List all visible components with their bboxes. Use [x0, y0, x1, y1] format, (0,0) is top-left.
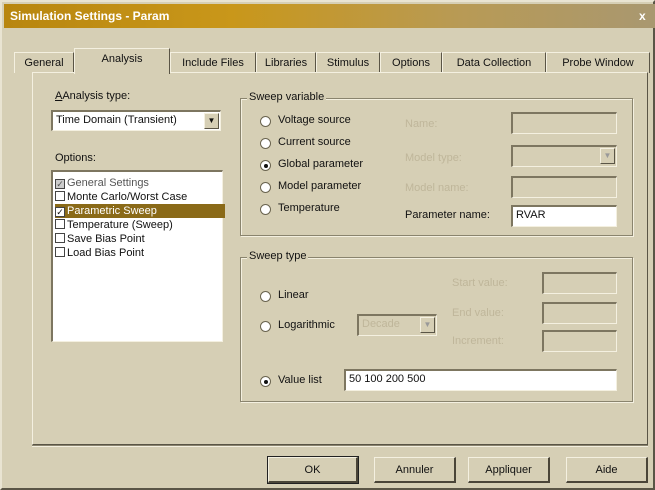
tab-strip: General Analysis Include Files Libraries…	[14, 46, 650, 74]
current-source-label[interactable]: Current source	[278, 136, 351, 148]
tab-data-collection[interactable]: Data Collection	[442, 52, 546, 73]
option-parametric-sweep[interactable]: ✓ Parametric Sweep	[55, 204, 225, 218]
option-label: Parametric Sweep	[67, 205, 157, 217]
checkbox-icon: ✓	[55, 179, 65, 189]
radio-current-source[interactable]	[260, 138, 271, 149]
option-monte-carlo[interactable]: Monte Carlo/Worst Case	[55, 190, 225, 204]
radio-global-parameter[interactable]	[260, 160, 271, 171]
logarithmic-combo-value: Decade	[362, 318, 400, 330]
voltage-source-label[interactable]: Voltage source	[278, 114, 351, 126]
chevron-down-icon[interactable]: ▼	[600, 148, 615, 164]
name-label: Name:	[405, 118, 438, 130]
tab-libraries[interactable]: Libraries	[256, 52, 316, 73]
tab-options[interactable]: Options	[380, 52, 442, 73]
radio-logarithmic[interactable]	[260, 321, 271, 332]
chevron-down-icon[interactable]: ▼	[420, 317, 435, 333]
sweep-type-title: Sweep type	[247, 250, 309, 262]
title-bar: Simulation Settings - Param x	[4, 4, 655, 28]
radio-linear[interactable]	[260, 291, 271, 302]
checkbox-icon	[55, 219, 65, 229]
tab-probe-window[interactable]: Probe Window	[546, 52, 650, 73]
option-general-settings[interactable]: ✓ General Settings	[55, 176, 225, 190]
options-label: Options:	[55, 152, 96, 164]
start-value-label: Start value:	[452, 277, 508, 289]
model-name-label: Model name:	[405, 182, 469, 194]
option-label: Monte Carlo/Worst Case	[67, 191, 188, 203]
tab-analysis[interactable]: Analysis	[74, 48, 170, 74]
parameter-name-label: Parameter name:	[405, 209, 490, 221]
simulation-settings-dialog: Simulation Settings - Param x General An…	[0, 0, 655, 490]
option-label: Temperature (Sweep)	[67, 219, 173, 231]
close-icon[interactable]: x	[639, 4, 653, 28]
cancel-button[interactable]: Annuler	[374, 457, 456, 483]
radio-voltage-source[interactable]	[260, 116, 271, 127]
tab-general[interactable]: General	[14, 52, 74, 73]
logarithmic-label[interactable]: Logarithmic	[278, 319, 335, 331]
parameter-name-value: RVAR	[516, 209, 546, 221]
help-button[interactable]: Aide	[566, 457, 648, 483]
sweep-variable-title: Sweep variable	[247, 91, 327, 103]
options-list[interactable]: ✓ General Settings Monte Carlo/Worst Case…	[51, 170, 225, 342]
value-list-value: 50 100 200 500	[349, 373, 426, 385]
tab-stimulus[interactable]: Stimulus	[316, 52, 380, 73]
checkbox-icon: ✓	[55, 207, 65, 217]
checkbox-icon	[55, 191, 65, 201]
end-value-label: End value:	[452, 307, 504, 319]
apply-button[interactable]: Appliquer	[468, 457, 550, 483]
checkbox-icon	[55, 233, 65, 243]
radio-model-parameter[interactable]	[260, 182, 271, 193]
model-type-label: Model type:	[405, 152, 462, 164]
model-type-select[interactable]: ▼	[511, 145, 617, 167]
analysis-type-label-text: Analysis type:	[62, 90, 131, 102]
analysis-type-select[interactable]: Time Domain (Transient) ▼	[51, 110, 221, 131]
option-label: General Settings	[67, 177, 149, 189]
increment-label: Increment:	[452, 335, 504, 347]
name-input[interactable]	[511, 112, 617, 134]
option-save-bias-point[interactable]: Save Bias Point	[55, 232, 225, 246]
model-parameter-label[interactable]: Model parameter	[278, 180, 361, 192]
button-separator	[32, 445, 648, 447]
end-value-input[interactable]	[542, 302, 617, 324]
increment-input[interactable]	[542, 330, 617, 352]
model-name-input[interactable]	[511, 176, 617, 198]
analysis-type-value: Time Domain (Transient)	[56, 114, 177, 126]
option-temperature-sweep[interactable]: Temperature (Sweep)	[55, 218, 225, 232]
option-label: Load Bias Point	[67, 247, 145, 259]
global-parameter-label[interactable]: Global parameter	[278, 158, 363, 170]
radio-value-list[interactable]	[260, 376, 271, 387]
option-label: Save Bias Point	[67, 233, 145, 245]
radio-temperature[interactable]	[260, 204, 271, 215]
chevron-down-icon[interactable]: ▼	[204, 113, 219, 129]
logarithmic-combo[interactable]: Decade ▼	[357, 314, 437, 336]
tab-include-files[interactable]: Include Files	[170, 52, 256, 73]
value-list-input[interactable]: 50 100 200 500	[344, 369, 617, 391]
analysis-type-label: AAnalysis type:	[55, 90, 131, 102]
ok-button[interactable]: OK	[267, 456, 359, 484]
value-list-label[interactable]: Value list	[278, 374, 322, 386]
start-value-input[interactable]	[542, 272, 617, 294]
linear-label[interactable]: Linear	[278, 289, 309, 301]
option-load-bias-point[interactable]: Load Bias Point	[55, 246, 225, 260]
parameter-name-input[interactable]: RVAR	[511, 205, 617, 227]
checkbox-icon	[55, 247, 65, 257]
window-title: Simulation Settings - Param	[10, 9, 170, 23]
temperature-label[interactable]: Temperature	[278, 202, 340, 214]
